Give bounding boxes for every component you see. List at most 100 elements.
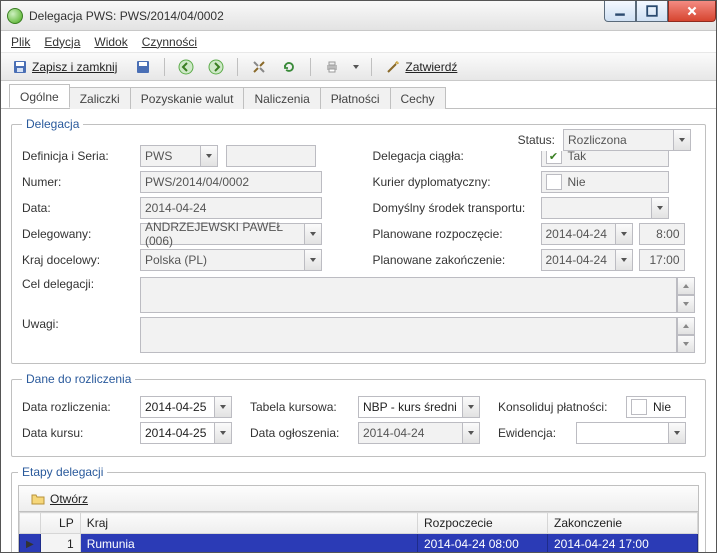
nav-back-button[interactable] <box>173 56 199 78</box>
minimize-button[interactable] <box>604 1 636 22</box>
chevron-down-icon[interactable] <box>615 249 633 271</box>
ogloszenia-label: Data ogłoszenia: <box>250 426 350 440</box>
menu-czynnosci[interactable]: Czynności <box>142 35 197 49</box>
chevron-down-icon[interactable] <box>651 197 669 219</box>
data-kursu-label: Data kursu: <box>22 426 132 440</box>
ogloszenia-combo[interactable]: 2014-04-24 <box>358 422 480 444</box>
group-delegacja: Delegacja Status: Rozliczona Definicja i… <box>11 117 706 364</box>
scroll-down-icon[interactable] <box>677 335 695 353</box>
plan-roz-date[interactable]: 2014-04-24 <box>541 223 633 245</box>
uwagi-field[interactable] <box>140 317 695 353</box>
etapy-table: LP Kraj Rozpoczecie Zakonczenie 1Rumunia… <box>19 512 698 552</box>
kurier-check-field[interactable]: Nie <box>541 171 669 193</box>
data-field[interactable]: 2014-04-24 <box>140 197 322 219</box>
chevron-down-icon[interactable] <box>462 396 480 418</box>
refresh-button[interactable] <box>276 56 302 78</box>
col-roz[interactable]: Rozpoczecie <box>418 513 548 534</box>
delegowany-combo[interactable]: ANDRZEJEWSKI PAWEŁ (006) <box>140 223 322 245</box>
definicja-label: Definicja i Seria: <box>22 149 132 163</box>
arrow-forward-icon <box>208 59 224 75</box>
tab-naliczenia[interactable]: Naliczenia <box>243 87 320 109</box>
tools-button[interactable] <box>246 56 272 78</box>
printer-icon <box>324 59 340 75</box>
etapy-grid: Otwórz LP Kraj Rozpoczecie Zakonczenie 1… <box>18 485 699 552</box>
chevron-down-icon[interactable] <box>668 422 686 444</box>
cell-lp: 1 <box>40 534 80 553</box>
wand-icon <box>385 59 401 75</box>
konsoliduj-label: Konsoliduj płatności: <box>498 400 618 414</box>
cel-field[interactable] <box>140 277 695 313</box>
delegowany-label: Delegowany: <box>22 227 132 241</box>
status-combo[interactable]: Rozliczona <box>563 129 691 151</box>
chevron-down-icon[interactable] <box>214 396 232 418</box>
close-button[interactable] <box>668 1 716 22</box>
group-etapy-legend: Etapy delegacji <box>18 465 107 479</box>
menu-widok[interactable]: Widok <box>94 35 127 49</box>
col-kraj[interactable]: Kraj <box>80 513 417 534</box>
tab-platnosci[interactable]: Płatności <box>320 87 391 109</box>
data-kursu-combo[interactable]: 2014-04-25 <box>140 422 232 444</box>
tab-pozyskanie[interactable]: Pozyskanie walut <box>130 87 245 109</box>
toolbar: Zapisz i zamknij Zatwierdź <box>1 53 716 81</box>
col-lp[interactable]: LP <box>40 513 80 534</box>
maximize-button[interactable] <box>636 1 668 22</box>
tabstrip: Ogólne Zaliczki Pozyskanie walut Nalicze… <box>1 85 716 109</box>
folder-open-icon <box>30 491 46 507</box>
titlebar: Delegacja PWS: PWS/2014/04/0002 <box>1 1 716 31</box>
kraj-combo[interactable]: Polska (PL) <box>140 249 322 271</box>
seria-field[interactable] <box>226 145 316 167</box>
srodek-combo[interactable] <box>541 197 669 219</box>
tabela-combo[interactable]: NBP - kurs średni <box>358 396 480 418</box>
cell-roz: 2014-04-24 08:00 <box>418 534 548 553</box>
print-button[interactable] <box>319 56 345 78</box>
app-window: Delegacja PWS: PWS/2014/04/0002 Plik Edy… <box>0 0 717 553</box>
checkbox-icon[interactable] <box>546 174 562 190</box>
plan-zak-date[interactable]: 2014-04-24 <box>541 249 633 271</box>
ewidencja-combo[interactable] <box>576 422 686 444</box>
tab-zaliczki[interactable]: Zaliczki <box>69 87 131 109</box>
print-dropdown[interactable] <box>349 57 363 77</box>
plan-roz-label: Planowane rozpoczęcie: <box>373 227 533 241</box>
data-label: Data: <box>22 201 132 215</box>
chevron-down-icon[interactable] <box>214 422 232 444</box>
konsoliduj-field[interactable]: Nie <box>626 396 686 418</box>
scroll-down-icon[interactable] <box>677 295 695 313</box>
checkbox-icon[interactable] <box>631 399 647 415</box>
numer-field[interactable]: PWS/2014/04/0002 <box>140 171 322 193</box>
rowhandle[interactable] <box>20 534 41 553</box>
chevron-down-icon[interactable] <box>673 129 691 151</box>
plan-zak-label: Planowane zakończenie: <box>373 253 533 267</box>
chevron-down-icon[interactable] <box>615 223 633 245</box>
scroll-up-icon[interactable] <box>677 317 695 335</box>
chevron-down-icon[interactable] <box>200 145 218 167</box>
save-and-close-button[interactable]: Zapisz i zamknij <box>7 56 126 78</box>
ciagla-label: Delegacja ciągła: <box>373 149 533 163</box>
group-dane-legend: Dane do rozliczenia <box>22 372 135 386</box>
uwagi-label: Uwagi: <box>22 317 132 331</box>
save-alt-icon <box>135 59 151 75</box>
approve-button[interactable]: Zatwierdź <box>380 56 466 78</box>
scroll-up-icon[interactable] <box>677 277 695 295</box>
tab-cechy[interactable]: Cechy <box>390 87 446 109</box>
chevron-down-icon[interactable] <box>462 422 480 444</box>
ewidencja-label: Ewidencja: <box>498 426 568 440</box>
group-etapy: Etapy delegacji Otwórz LP Kraj Rozpocz <box>11 465 706 552</box>
menu-plik[interactable]: Plik <box>11 35 30 49</box>
menu-edycja[interactable]: Edycja <box>44 35 80 49</box>
definicja-combo[interactable]: PWS <box>140 145 218 167</box>
status-area: Status: Rozliczona <box>514 129 695 151</box>
tabela-label: Tabela kursowa: <box>250 400 350 414</box>
kraj-label: Kraj docelowy: <box>22 253 132 267</box>
table-row[interactable]: 1Rumunia2014-04-24 08:002014-04-24 17:00 <box>20 534 698 553</box>
col-zak[interactable]: Zakonczenie <box>548 513 698 534</box>
menubar: Plik Edycja Widok Czynności <box>1 31 716 53</box>
chevron-down-icon[interactable] <box>304 249 322 271</box>
tab-ogolne[interactable]: Ogólne <box>9 84 70 108</box>
save-button[interactable] <box>130 56 156 78</box>
nav-forward-button[interactable] <box>203 56 229 78</box>
data-rozl-combo[interactable]: 2014-04-25 <box>140 396 232 418</box>
plan-roz-time[interactable]: 8:00 <box>639 223 685 245</box>
open-row-button[interactable]: Otwórz <box>25 488 93 510</box>
plan-zak-time[interactable]: 17:00 <box>639 249 685 271</box>
chevron-down-icon[interactable] <box>304 223 322 245</box>
